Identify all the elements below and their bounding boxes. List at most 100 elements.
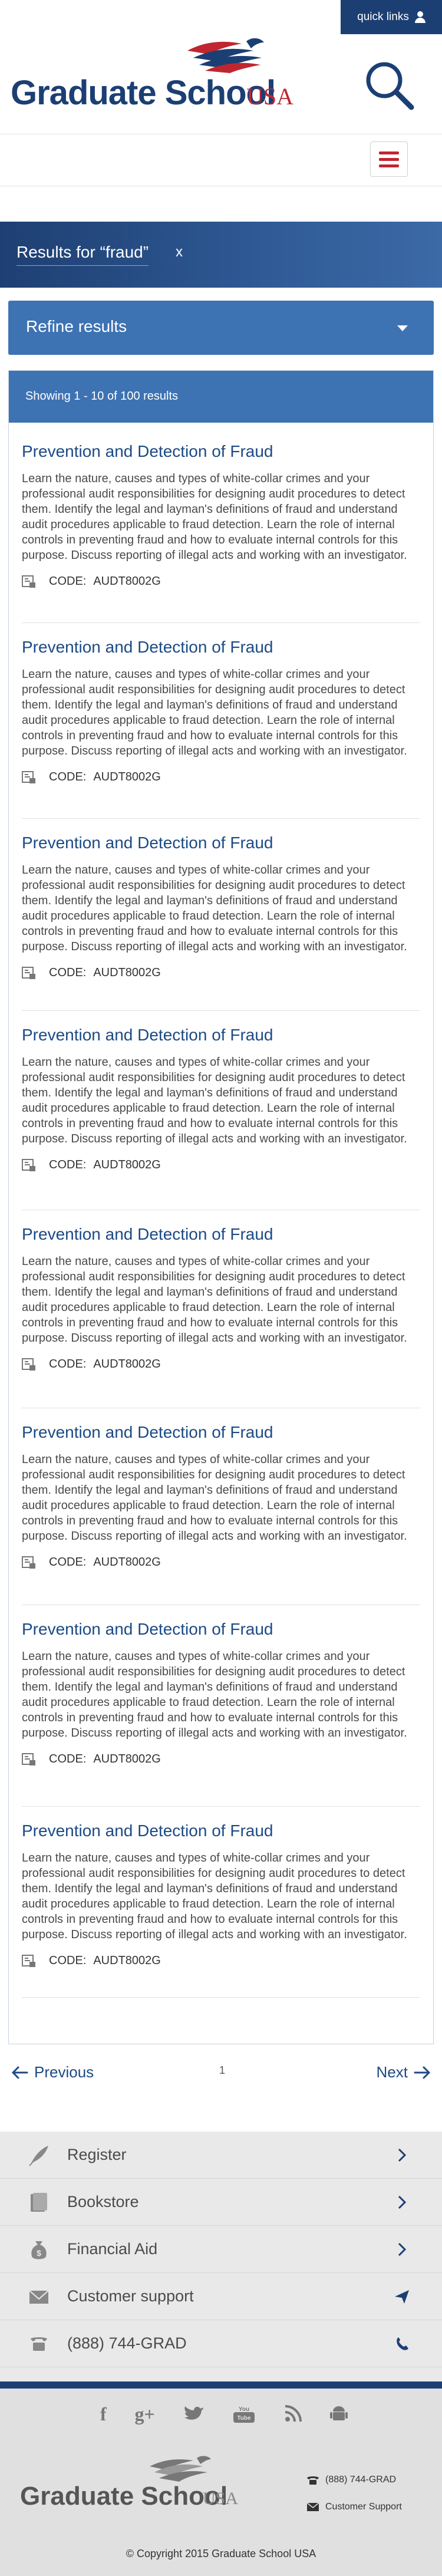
result-description: Learn the nature, causes and types of wh… <box>22 668 407 757</box>
result-item: Prevention and Detection of Fraud Learn t… <box>22 833 420 1011</box>
svg-text:$: $ <box>37 2248 41 2258</box>
android-icon[interactable] <box>329 2404 348 2423</box>
code-label: CODE: <box>49 1556 87 1569</box>
google-plus-icon[interactable]: g+ <box>134 2403 154 2425</box>
result-code-row: CODE: AUDT8002G <box>22 1753 420 1766</box>
envelope-icon <box>29 2290 49 2304</box>
footer-link-financial-aid[interactable]: $ Financial Aid <box>0 2226 442 2273</box>
next-label: Next <box>376 2063 408 2081</box>
course-code-icon <box>22 575 35 588</box>
social-links: f g+ You Tube <box>100 2399 348 2429</box>
code-label: CODE: <box>49 1954 87 1967</box>
next-page-link[interactable]: Next <box>377 2063 431 2081</box>
sub-nav <box>0 134 442 186</box>
course-code-icon <box>22 966 35 979</box>
footer-links: Register Bookstore $ Financial Aid Custo… <box>0 2132 442 2381</box>
clear-search-button[interactable]: x <box>176 244 183 261</box>
code-label: CODE: <box>49 770 87 783</box>
footer-logo[interactable]: Graduate School USA <box>20 2453 268 2518</box>
footer-link-register[interactable]: Register <box>0 2132 442 2179</box>
result-item: Prevention and Detection of Fraud Learn t… <box>22 1224 420 1408</box>
hamburger-line <box>379 164 399 167</box>
result-code-row: CODE: AUDT8002G <box>22 770 420 784</box>
site-header: Graduate School USA <box>0 34 442 134</box>
refine-results-toggle[interactable]: Refine results <box>8 301 434 355</box>
footer-support[interactable]: Customer Support <box>306 2502 402 2512</box>
top-bar: quick links <box>0 0 442 35</box>
footer-link-label: Financial Aid <box>67 2240 158 2258</box>
eagle-flag-icon <box>187 38 264 73</box>
results-count: Showing 1 - 10 of 100 results <box>9 371 433 423</box>
previous-page-link[interactable]: Previous <box>11 2063 94 2081</box>
footer-link-bookstore[interactable]: Bookstore <box>0 2179 442 2226</box>
logo-usa: USA <box>246 83 294 110</box>
quick-links-button[interactable]: quick links <box>341 0 442 34</box>
footer-logo-usa: USA <box>203 2489 239 2508</box>
search-icon <box>366 62 414 110</box>
feather-icon <box>29 2146 48 2166</box>
copyright: © Copyright 2015 Graduate School USA <box>126 2548 316 2559</box>
result-description: Learn the nature, causes and types of wh… <box>22 1453 407 1543</box>
twitter-icon[interactable] <box>183 2405 204 2423</box>
footer-link-phone[interactable]: (888) 744-GRAD <box>0 2320 442 2367</box>
code-value: AUDT8002G <box>93 1556 161 1569</box>
quick-links-label: quick links <box>357 11 409 23</box>
result-code-row: CODE: AUDT8002G <box>22 1158 420 1172</box>
result-item: Prevention and Detection of Fraud Learn t… <box>22 442 420 623</box>
code-value: AUDT8002G <box>93 1954 161 1967</box>
course-code-icon <box>22 1954 35 1967</box>
result-title-link[interactable]: Prevention and Detection of Fraud <box>22 833 420 853</box>
result-title-link[interactable]: Prevention and Detection of Fraud <box>22 1025 420 1045</box>
result-description: Learn the nature, causes and types of wh… <box>22 472 407 562</box>
result-description: Learn the nature, causes and types of wh… <box>22 1650 407 1740</box>
rss-icon[interactable] <box>284 2405 302 2423</box>
facebook-icon[interactable]: f <box>100 2403 107 2425</box>
footer-divider <box>0 2381 442 2389</box>
code-label: CODE: <box>49 966 87 979</box>
paper-plane-icon <box>395 2290 409 2304</box>
arrow-right-icon <box>414 2066 430 2078</box>
result-item: Prevention and Detection of Fraud Learn t… <box>22 1025 420 1210</box>
hamburger-menu-button[interactable] <box>370 141 408 177</box>
result-description: Learn the nature, causes and types of wh… <box>22 1852 407 1941</box>
code-label: CODE: <box>49 1158 87 1171</box>
result-code-row: CODE: AUDT8002G <box>22 575 420 588</box>
code-value: AUDT8002G <box>93 966 161 979</box>
code-label: CODE: <box>49 1358 87 1371</box>
footer-phone[interactable]: (888) 744-GRAD <box>306 2475 396 2485</box>
result-title-link[interactable]: Prevention and Detection of Fraud <box>22 1619 420 1639</box>
hamburger-line <box>379 157 399 161</box>
money-bag-icon: $ <box>31 2241 47 2259</box>
course-code-icon <box>22 1358 35 1371</box>
result-title-link[interactable]: Prevention and Detection of Fraud <box>22 637 420 657</box>
result-title-link[interactable]: Prevention and Detection of Fraud <box>22 1422 420 1442</box>
results-title: Results for “fraud” <box>17 243 149 266</box>
result-item: Prevention and Detection of Fraud Learn t… <box>22 637 420 819</box>
telephone-icon <box>31 2337 47 2351</box>
site-logo[interactable]: Graduate School USA <box>11 34 317 117</box>
footer-support-label: Customer Support <box>325 2502 402 2512</box>
code-value: AUDT8002G <box>93 1358 161 1371</box>
code-value: AUDT8002G <box>93 1753 161 1765</box>
pagination: Previous 1 Next <box>0 2051 442 2099</box>
telephone-icon <box>307 2476 319 2485</box>
footer-link-customer-support[interactable]: Customer support <box>0 2273 442 2320</box>
hamburger-line <box>379 151 399 154</box>
result-code-row: CODE: AUDT8002G <box>22 1358 420 1371</box>
result-title-link[interactable]: Prevention and Detection of Fraud <box>22 442 420 462</box>
result-item: Prevention and Detection of Fraud Learn t… <box>22 1619 420 1807</box>
footer-logo-wordmark: Graduate School <box>20 2482 228 2511</box>
result-description: Learn the nature, causes and types of wh… <box>22 864 407 953</box>
results-panel: Showing 1 - 10 of 100 results Prevention… <box>8 370 434 2044</box>
current-page: 1 <box>219 2064 226 2076</box>
footer-link-label: Customer support <box>67 2287 194 2305</box>
course-code-icon <box>22 1158 35 1171</box>
chevron-right-icon <box>398 2242 407 2257</box>
result-title-link[interactable]: Prevention and Detection of Fraud <box>22 1224 420 1244</box>
result-code-row: CODE: AUDT8002G <box>22 966 420 980</box>
result-title-link[interactable]: Prevention and Detection of Fraud <box>22 1821 420 1841</box>
youtube-icon[interactable]: You Tube <box>232 2404 256 2424</box>
search-button[interactable] <box>359 58 418 111</box>
book-icon <box>31 2193 47 2212</box>
person-icon <box>414 11 425 23</box>
